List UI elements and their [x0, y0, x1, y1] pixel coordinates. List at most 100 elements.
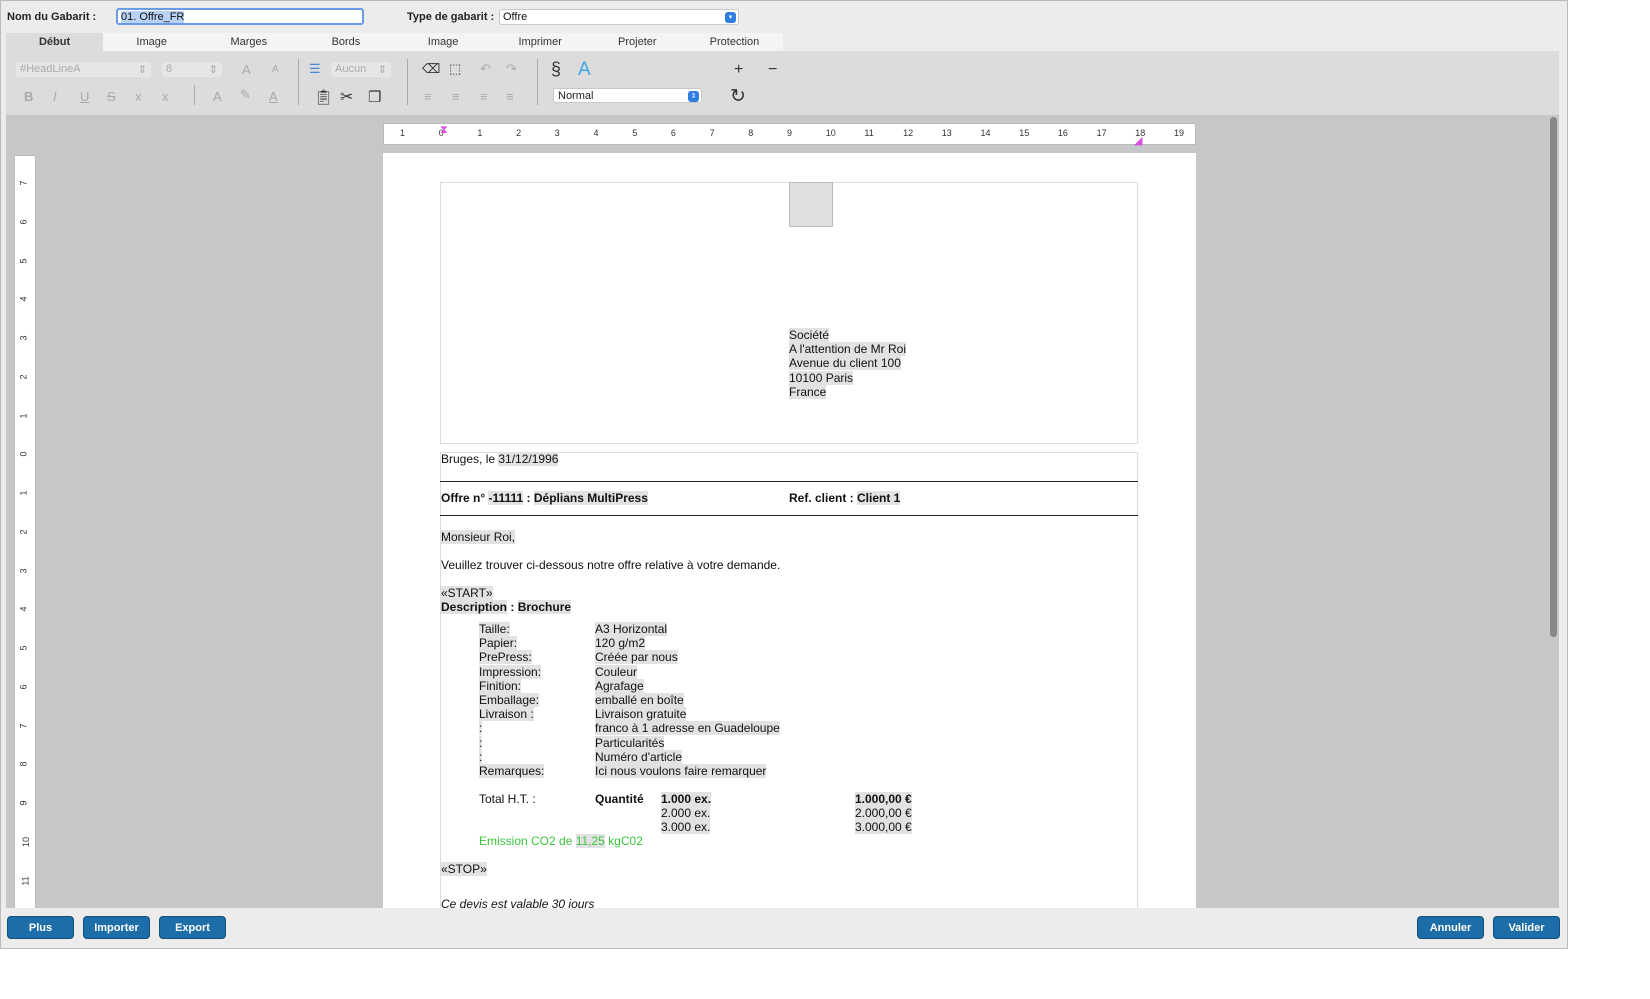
tab-debut[interactable]: Début [6, 33, 104, 51]
field-value: 3.000 ex. [661, 820, 711, 835]
ruler-tick-label: 16 [1057, 128, 1068, 138]
field-value: Taille: [479, 622, 510, 636]
vertical-ruler[interactable]: 7 6 5 4 3 2 1 0 1 2 3 4 5 6 7 8 9 10 11 [14, 155, 36, 908]
template-name-input[interactable]: 01. Offre_FR [116, 8, 364, 25]
address-line: A l'attention de Mr Roi [789, 342, 907, 357]
spec-value: 120 g/m2 [595, 636, 646, 651]
validate-button[interactable]: Valider [1493, 916, 1560, 939]
description: Description : Brochure [441, 600, 572, 614]
field-value: 2.000,00 € [855, 806, 912, 821]
superscript-icon[interactable]: x [162, 89, 169, 104]
text: : [507, 600, 518, 614]
bold-icon[interactable]: B [24, 89, 33, 104]
list-style-select[interactable]: Aucun ⇕ [331, 62, 391, 77]
quantity: 2.000 ex. [661, 806, 711, 821]
template-editor-window: Nom du Gabarit : 01. Offre_FR Type de ga… [0, 0, 1568, 949]
text-style-icon[interactable]: A [578, 59, 591, 81]
field-value: Ici nous voulons faire remarquer [595, 764, 767, 778]
section-icon[interactable]: § [551, 59, 561, 80]
field-value: : [479, 721, 483, 736]
greeting: Monsieur Roi, [441, 530, 516, 544]
strikethrough-icon[interactable]: S [107, 89, 116, 104]
tab-projeter[interactable]: Projeter [589, 33, 686, 51]
ruler-tick-label: 3 [554, 128, 560, 138]
field-value: Remarques: [479, 764, 545, 778]
price: 3.000,00 € [855, 820, 912, 835]
tab-image-2[interactable]: Image [395, 33, 492, 51]
field-value: Société [789, 328, 830, 342]
right-margin-marker[interactable]: ◢ [1134, 134, 1142, 147]
ruler-tick-label: 7 [18, 722, 29, 729]
spec-label: Taille: [479, 622, 510, 636]
align-right-icon[interactable]: ≡ [480, 89, 488, 104]
paragraph-style-select[interactable]: Normal ⇕ [553, 88, 702, 103]
tab-protection[interactable]: Protection [686, 33, 783, 51]
plus-button[interactable]: Plus [7, 916, 74, 939]
tab-imprimer[interactable]: Imprimer [492, 33, 589, 51]
add-icon[interactable]: + [734, 61, 743, 79]
vertical-scrollbar[interactable] [1550, 117, 1557, 637]
refresh-icon[interactable]: ↻ [730, 85, 746, 108]
align-left-icon[interactable]: ≡ [424, 89, 432, 104]
spec-label: Papier: [479, 636, 518, 651]
left-margin-marker[interactable]: ⧗ [440, 124, 448, 137]
document-page[interactable]: Société A l'attention de Mr Roi Avenue du … [383, 153, 1196, 908]
horizontal-ruler[interactable]: 1 0 1 2 3 4 5 6 7 8 9 10 11 12 13 14 15 16 17 18 19 ⧗ ◢ [383, 123, 1196, 147]
paste-icon[interactable]: 📋︎ [314, 88, 333, 106]
scissors-icon[interactable]: ✂ [340, 87, 353, 107]
font-color-icon[interactable]: A [269, 89, 278, 104]
divider [440, 515, 1138, 516]
ruler-tick-label: 7 [709, 128, 715, 138]
field-value: 120 g/m2 [595, 636, 646, 651]
ruler-tick-label: 17 [1096, 128, 1107, 138]
export-button[interactable]: Export [159, 916, 226, 939]
field-value: 3.000,00 € [855, 820, 912, 835]
list-icon[interactable]: ☰ [309, 61, 321, 77]
ruler-tick-label: 6 [18, 219, 29, 225]
ruler-tick-label: 12 [903, 128, 914, 138]
font-style-select[interactable]: #HeadLineA ⇕ [16, 62, 151, 77]
remove-icon[interactable]: − [768, 61, 777, 79]
align-center-icon[interactable]: ≡ [452, 89, 460, 104]
shrink-font-icon[interactable]: A [272, 64, 279, 75]
field-value: Impression: [479, 664, 542, 679]
field-value: Déplians MultiPress [533, 491, 648, 505]
text: Total H.T. : [479, 792, 536, 806]
undo-icon[interactable]: ↶ [480, 61, 491, 77]
eraser-icon[interactable]: ⌫ [422, 61, 440, 77]
spec-label: : [479, 735, 483, 750]
field-value: 1.000 ex. [661, 792, 712, 806]
ruler-tick-label: 4 [593, 128, 599, 138]
start-marker: «START» [441, 586, 493, 600]
ruler-tick-label: 13 [941, 128, 952, 138]
subscript-icon[interactable]: x [135, 89, 142, 104]
underline-icon[interactable]: U [80, 89, 89, 104]
text: Veuillez trouver ci-dessous notre offre … [441, 558, 781, 572]
text-effect-icon[interactable]: A [213, 89, 222, 104]
justify-icon[interactable]: ≡ [506, 89, 514, 104]
highlight-icon[interactable]: ✎ [240, 87, 251, 103]
template-type-select[interactable]: Offre ▾ [499, 9, 739, 25]
redo-icon[interactable]: ↷ [506, 61, 517, 77]
import-button[interactable]: Importer [83, 916, 150, 939]
spec-value: franco à 1 adresse en Guadeloupe [595, 721, 780, 736]
divider [407, 59, 408, 105]
font-size-select[interactable]: 8 ⇕ [162, 62, 222, 77]
select-all-icon[interactable]: ⬚ [449, 61, 461, 77]
grow-font-icon[interactable]: A [242, 62, 251, 77]
text: Ref. client : [789, 491, 858, 505]
total-label: Total H.T. : [479, 792, 536, 806]
cancel-button[interactable]: Annuler [1417, 916, 1484, 939]
tab-image[interactable]: Image [103, 33, 200, 51]
document-workspace: 1 0 1 2 3 4 5 6 7 8 9 10 11 12 13 14 15 16 17 18 19 ⧗ ◢ 765432… [6, 115, 1559, 908]
tab-marges[interactable]: Marges [200, 33, 297, 51]
field-value: «STOP» [441, 862, 487, 876]
ruler-tick-label: 10 [21, 836, 32, 847]
ruler-tick-label: 3 [18, 335, 29, 341]
field-value: Livraison gratuite [595, 707, 687, 722]
copy-icon[interactable]: ❐ [368, 88, 381, 106]
italic-icon[interactable]: I [53, 89, 57, 104]
list-style-value: Aucun [335, 63, 367, 75]
tab-bords[interactable]: Bords [297, 33, 394, 51]
divider [194, 85, 195, 105]
